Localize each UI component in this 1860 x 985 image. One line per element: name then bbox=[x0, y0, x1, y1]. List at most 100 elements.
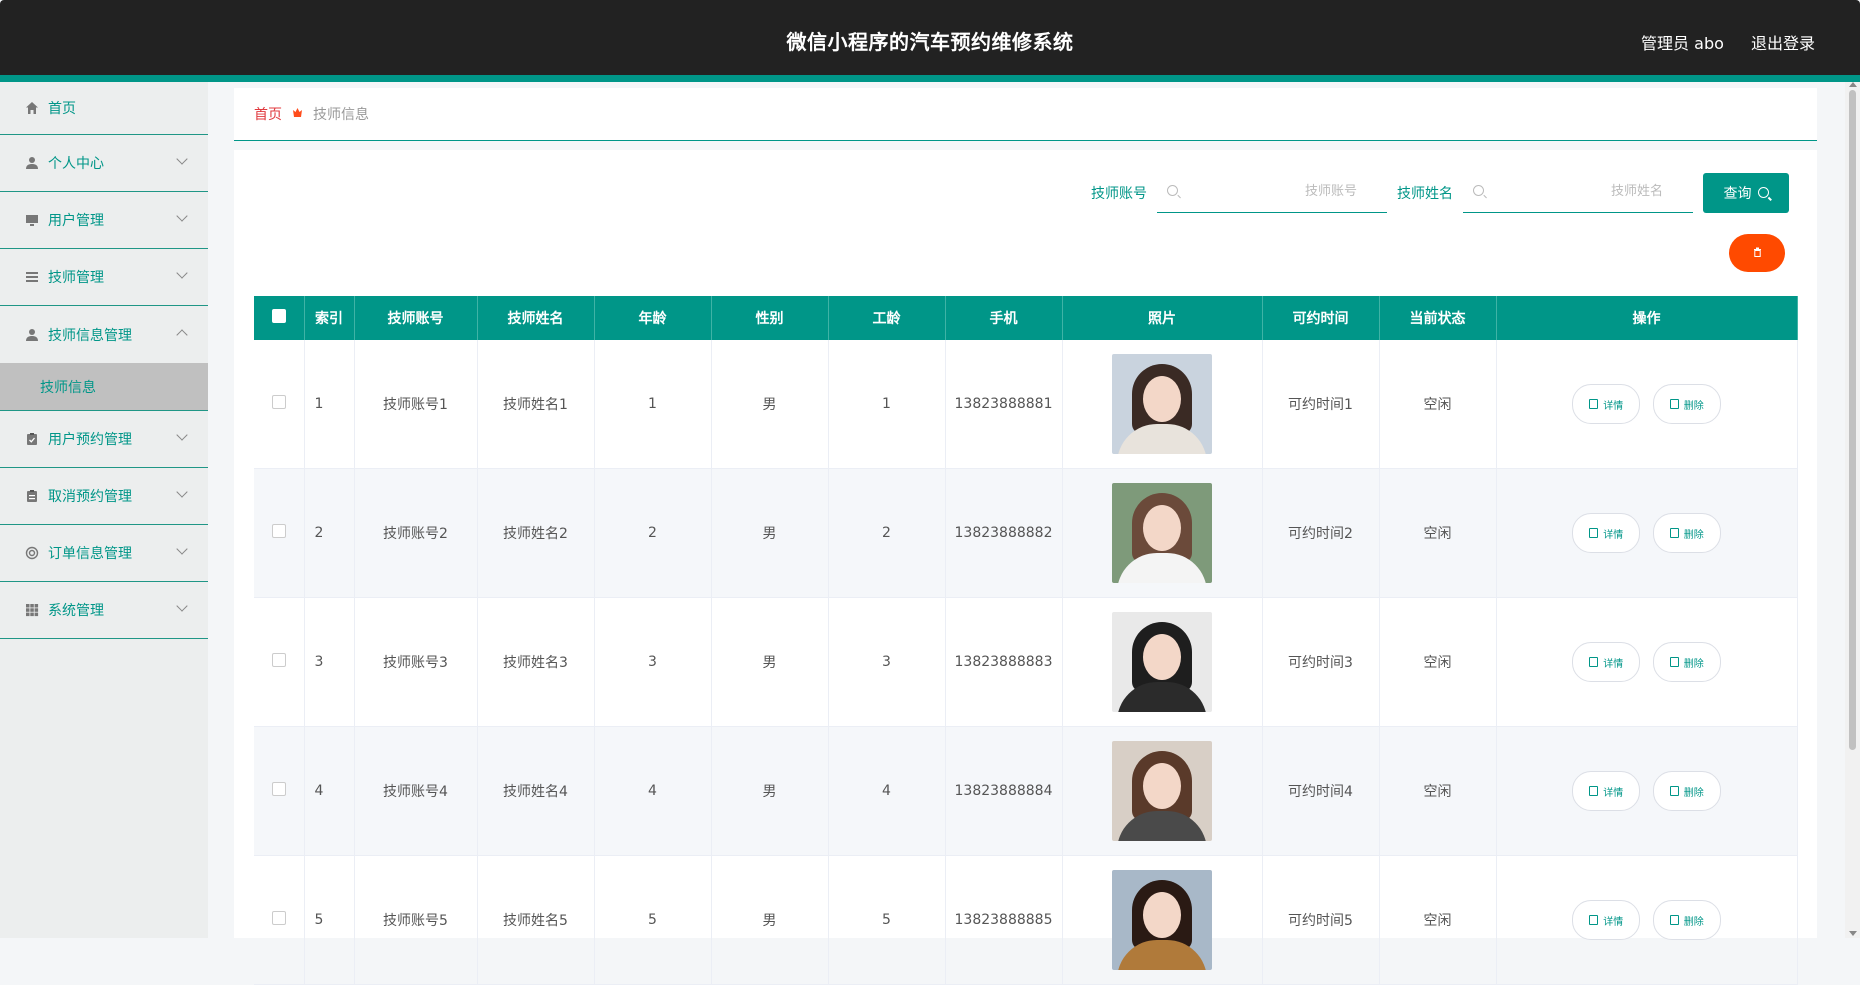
sidebar-item-label: 个人中心 bbox=[48, 156, 104, 172]
delete-button[interactable]: 删除 bbox=[1652, 771, 1721, 811]
trash-icon bbox=[1669, 786, 1679, 796]
photo-face bbox=[1143, 376, 1181, 422]
document-icon bbox=[1589, 915, 1599, 925]
sidebar-item-label: 系统管理 bbox=[48, 603, 104, 619]
technician-photo[interactable] bbox=[1112, 354, 1212, 454]
detail-button[interactable]: 详情 bbox=[1572, 900, 1641, 940]
sidebar-item-order-info-management[interactable]: 订单信息管理 bbox=[0, 525, 208, 582]
time-cell: 可约时间5 bbox=[1262, 855, 1380, 985]
logout-link[interactable]: 退出登录 bbox=[1751, 34, 1815, 53]
delete-button[interactable]: 删除 bbox=[1652, 513, 1721, 553]
sidebar-item-cancel-booking-management[interactable]: 取消预约管理 bbox=[0, 468, 208, 525]
delete-label: 删除 bbox=[1683, 658, 1704, 670]
row-checkbox[interactable] bbox=[271, 911, 286, 925]
detail-button[interactable]: 详情 bbox=[1572, 513, 1641, 553]
table-row: 1 技师账号1 技师姓名1 1 男 1 13823888881 可约时间1 空闲… bbox=[254, 340, 1798, 469]
gender-cell: 男 bbox=[711, 597, 829, 727]
row-select-cell bbox=[254, 855, 305, 985]
delete-label: 删除 bbox=[1683, 916, 1704, 928]
column-header: 技师账号 bbox=[354, 296, 478, 340]
technician-photo[interactable] bbox=[1112, 741, 1212, 841]
detail-button[interactable]: 详情 bbox=[1572, 771, 1641, 811]
gender-cell: 男 bbox=[711, 855, 829, 985]
sidebar-subitem-technician-info[interactable]: 技师信息 bbox=[0, 363, 208, 411]
table-row: 5 技师账号5 技师姓名5 5 男 5 13823888885 可约时间5 空闲… bbox=[254, 855, 1798, 985]
scrollbar-thumb[interactable] bbox=[1849, 90, 1856, 750]
detail-label: 详情 bbox=[1603, 400, 1624, 412]
column-header: 技师姓名 bbox=[477, 296, 595, 340]
years-cell: 3 bbox=[828, 597, 946, 727]
row-select-cell bbox=[254, 468, 305, 598]
detail-label: 详情 bbox=[1603, 658, 1624, 670]
delete-button[interactable]: 删除 bbox=[1652, 384, 1721, 424]
sidebar-item-label: 订单信息管理 bbox=[48, 546, 132, 562]
gender-cell: 男 bbox=[711, 726, 829, 856]
name-search-input[interactable] bbox=[1463, 172, 1693, 210]
chevron-up-icon bbox=[176, 329, 188, 341]
name-cell: 技师姓名4 bbox=[477, 726, 595, 856]
sidebar-item-user-management[interactable]: 用户管理 bbox=[0, 192, 208, 249]
sidebar-item-system-management[interactable]: 系统管理 bbox=[0, 582, 208, 639]
technician-photo[interactable] bbox=[1112, 870, 1212, 970]
row-checkbox[interactable] bbox=[271, 782, 286, 796]
clipboard-icon bbox=[24, 488, 40, 504]
index-cell: 1 bbox=[304, 340, 355, 469]
technician-photo[interactable] bbox=[1112, 483, 1212, 583]
sidebar-item-label: 技师管理 bbox=[48, 270, 104, 286]
trash-icon bbox=[1669, 528, 1679, 538]
search-icon bbox=[1757, 187, 1769, 198]
sidebar-item-user-booking-management[interactable]: 用户预约管理 bbox=[0, 411, 208, 468]
actions-cell: 详情 删除 bbox=[1496, 855, 1798, 985]
sidebar: 首页 个人中心 用户管理 技师管理 技师信息管理 技师信息 用户预约管理 取消预… bbox=[0, 82, 208, 938]
status-cell: 空闲 bbox=[1379, 855, 1497, 985]
row-checkbox[interactable] bbox=[271, 653, 286, 667]
sidebar-item-label: 首页 bbox=[48, 101, 76, 117]
breadcrumb-home-link[interactable]: 首页 bbox=[254, 104, 282, 124]
document-icon bbox=[1589, 528, 1599, 538]
detail-button[interactable]: 详情 bbox=[1572, 642, 1641, 682]
header-accent-bar bbox=[0, 75, 1860, 82]
age-cell: 3 bbox=[594, 597, 712, 727]
sidebar-item-technician-management[interactable]: 技师管理 bbox=[0, 249, 208, 306]
row-checkbox[interactable] bbox=[271, 524, 286, 538]
sidebar-item-label: 取消预约管理 bbox=[48, 489, 132, 505]
delete-label: 删除 bbox=[1683, 787, 1704, 799]
chevron-down-icon bbox=[176, 210, 188, 222]
photo-body bbox=[1117, 682, 1207, 712]
account-search-input[interactable] bbox=[1157, 172, 1387, 210]
column-header: 年龄 bbox=[594, 296, 712, 340]
batch-delete-button[interactable] bbox=[1729, 234, 1785, 272]
grid-icon bbox=[24, 602, 40, 618]
detail-button[interactable]: 详情 bbox=[1572, 384, 1641, 424]
trash-icon bbox=[1753, 247, 1762, 260]
photo-face bbox=[1143, 634, 1181, 680]
technician-photo[interactable] bbox=[1112, 612, 1212, 712]
breadcrumb-separator-icon bbox=[292, 107, 303, 121]
photo-body bbox=[1117, 553, 1207, 583]
sidebar-item-home[interactable]: 首页 bbox=[0, 82, 208, 135]
chevron-down-icon bbox=[176, 267, 188, 279]
account-cell: 技师账号3 bbox=[354, 597, 478, 727]
age-cell: 5 bbox=[594, 855, 712, 985]
scroll-up-icon[interactable] bbox=[1849, 82, 1857, 87]
delete-button[interactable]: 删除 bbox=[1652, 642, 1721, 682]
sidebar-item-technician-info-management[interactable]: 技师信息管理 bbox=[0, 306, 208, 363]
breadcrumb: 首页 技师信息 bbox=[234, 88, 1817, 141]
breadcrumb-current: 技师信息 bbox=[313, 107, 369, 123]
search-bar: 技师账号 技师姓名 查询 bbox=[1091, 172, 1789, 213]
select-all-checkbox[interactable] bbox=[271, 309, 286, 323]
scroll-down-icon[interactable] bbox=[1849, 931, 1857, 936]
sidebar-item-label: 技师信息管理 bbox=[48, 327, 132, 344]
table-row: 2 技师账号2 技师姓名2 2 男 2 13823888882 可约时间2 空闲… bbox=[254, 468, 1798, 598]
time-cell: 可约时间3 bbox=[1262, 597, 1380, 727]
column-header: 照片 bbox=[1062, 296, 1263, 340]
sidebar-item-personal-center[interactable]: 个人中心 bbox=[0, 135, 208, 192]
page-scrollbar[interactable] bbox=[1845, 82, 1860, 938]
query-button[interactable]: 查询 bbox=[1703, 172, 1789, 213]
row-checkbox[interactable] bbox=[271, 395, 286, 409]
delete-button[interactable]: 删除 bbox=[1652, 900, 1721, 940]
main-panel: 技师账号 技师姓名 查询 bbox=[234, 150, 1817, 985]
app-title: 微信小程序的汽车预约维修系统 bbox=[786, 30, 1074, 54]
time-cell: 可约时间2 bbox=[1262, 468, 1380, 598]
photo-body bbox=[1117, 940, 1207, 970]
